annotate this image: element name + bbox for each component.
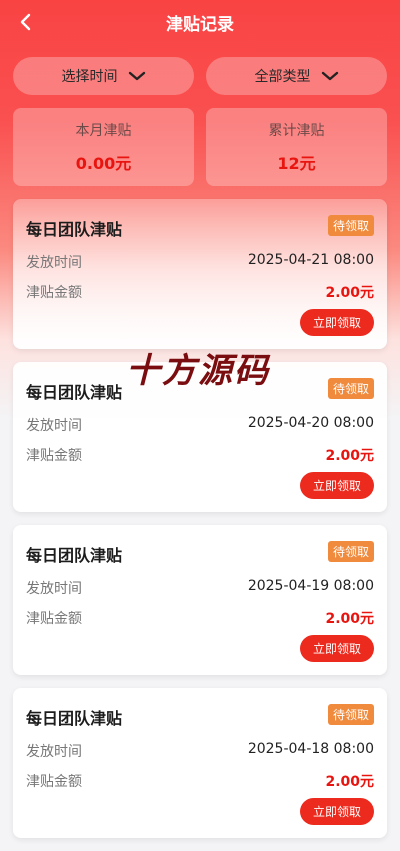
claim-button[interactable]: 立即领取 bbox=[300, 309, 374, 336]
issue-time-value: 2025-04-18 08:00 bbox=[247, 741, 374, 757]
issue-time-label: 发放时间 bbox=[26, 255, 82, 271]
type-filter-dropdown[interactable]: 全部类型 bbox=[206, 57, 387, 95]
record-card: 每日团队津贴 待领取 发放时间 2025-04-21 08:00 津贴金额 2.… bbox=[13, 199, 387, 349]
filter-bar: 选择时间 全部类型 bbox=[13, 57, 387, 95]
record-card: 每日团队津贴 待领取 发放时间 2025-04-18 08:00 津贴金额 2.… bbox=[13, 688, 387, 838]
amount-label: 津贴金额 bbox=[26, 774, 82, 790]
record-list: 每日团队津贴 待领取 发放时间 2025-04-21 08:00 津贴金额 2.… bbox=[13, 199, 387, 851]
amount-row: 津贴金额 2.00元 bbox=[26, 445, 374, 465]
monthly-allowance-value: 0.00元 bbox=[75, 154, 132, 173]
watermark-text: 十方源码 bbox=[126, 351, 270, 391]
issue-time-value: 2025-04-21 08:00 bbox=[247, 252, 374, 268]
status-badge: 待领取 bbox=[327, 378, 374, 399]
amount-value: 2.00元 bbox=[325, 448, 374, 464]
amount-row: 津贴金额 2.00元 bbox=[26, 608, 374, 628]
claim-button[interactable]: 立即领取 bbox=[300, 635, 374, 662]
issue-time-label: 发放时间 bbox=[26, 744, 82, 760]
issue-time-value: 2025-04-19 08:00 bbox=[247, 578, 374, 594]
issue-time-value: 2025-04-20 08:00 bbox=[247, 415, 374, 431]
total-allowance-label: 累计津贴 bbox=[268, 123, 325, 139]
record-title: 每日团队津贴 bbox=[26, 546, 123, 565]
record-card: 每日团队津贴 待领取 发放时间 2025-04-19 08:00 津贴金额 2.… bbox=[13, 525, 387, 675]
issue-time-row: 发放时间 2025-04-20 08:00 bbox=[26, 415, 374, 435]
amount-row: 津贴金额 2.00元 bbox=[26, 771, 374, 791]
back-button[interactable] bbox=[14, 10, 38, 34]
chevron-left-icon bbox=[20, 13, 31, 31]
issue-time-label: 发放时间 bbox=[26, 418, 82, 434]
claim-button[interactable]: 立即领取 bbox=[300, 798, 374, 825]
amount-value: 2.00元 bbox=[325, 285, 374, 301]
amount-row: 津贴金额 2.00元 bbox=[26, 282, 374, 302]
type-filter-label: 全部类型 bbox=[254, 69, 311, 85]
issue-time-row: 发放时间 2025-04-19 08:00 bbox=[26, 578, 374, 598]
status-badge: 待领取 bbox=[327, 704, 374, 725]
issue-time-label: 发放时间 bbox=[26, 581, 82, 597]
issue-time-row: 发放时间 2025-04-21 08:00 bbox=[26, 252, 374, 272]
monthly-allowance-label: 本月津贴 bbox=[75, 123, 132, 139]
amount-value: 2.00元 bbox=[325, 774, 374, 790]
claim-button[interactable]: 立即领取 bbox=[300, 472, 374, 499]
total-allowance-card: 累计津贴 12元 bbox=[206, 108, 387, 186]
total-allowance-value: 12元 bbox=[277, 154, 316, 173]
amount-value: 2.00元 bbox=[325, 611, 374, 627]
record-title: 每日团队津贴 bbox=[26, 383, 123, 402]
monthly-allowance-card: 本月津贴 0.00元 bbox=[13, 108, 194, 186]
stats-summary: 本月津贴 0.00元 累计津贴 12元 bbox=[13, 108, 387, 186]
status-badge: 待领取 bbox=[327, 541, 374, 562]
page-title: 津贴记录 bbox=[166, 14, 234, 35]
amount-label: 津贴金额 bbox=[26, 285, 82, 301]
chevron-down-icon bbox=[128, 71, 146, 81]
chevron-down-icon bbox=[321, 71, 339, 81]
record-title: 每日团队津贴 bbox=[26, 709, 123, 728]
amount-label: 津贴金额 bbox=[26, 448, 82, 464]
time-filter-dropdown[interactable]: 选择时间 bbox=[13, 57, 194, 95]
time-filter-label: 选择时间 bbox=[61, 69, 118, 85]
status-badge: 待领取 bbox=[327, 215, 374, 236]
record-title: 每日团队津贴 bbox=[26, 220, 123, 239]
issue-time-row: 发放时间 2025-04-18 08:00 bbox=[26, 741, 374, 761]
amount-label: 津贴金额 bbox=[26, 611, 82, 627]
nav-bar: 津贴记录 bbox=[0, 0, 400, 44]
